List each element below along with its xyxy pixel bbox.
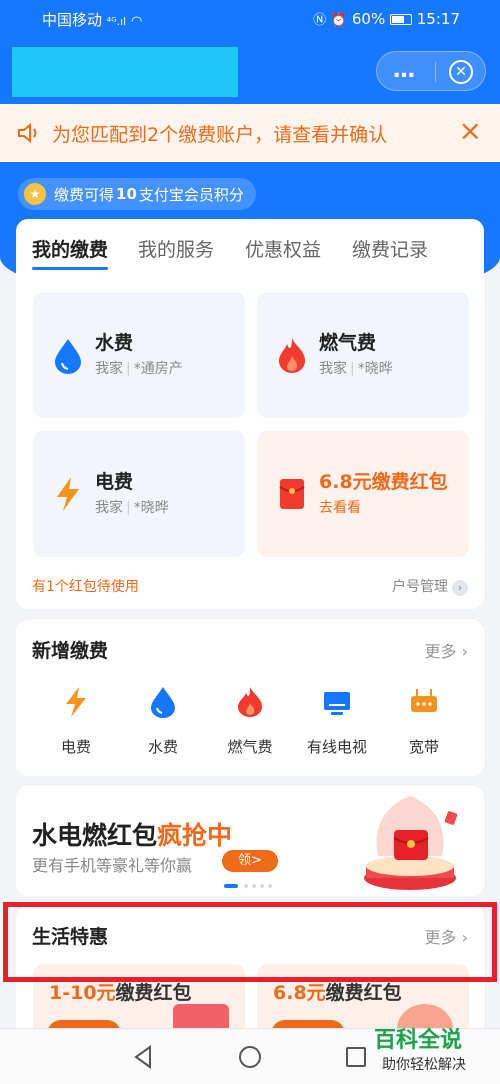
promo-banner[interactable]: 水电燃红包疯抢中 更有手机等豪礼等你赢 领>	[16, 786, 484, 896]
nfc-icon: Ⓝ	[313, 13, 327, 28]
battery-percent: 60%	[351, 10, 386, 28]
red-envelope-gift-icon	[364, 796, 458, 890]
add-item-label: 电费	[60, 738, 91, 756]
router-icon	[411, 689, 437, 712]
banner-title: 水电燃红包疯抢中	[32, 821, 233, 850]
add-payment-card: 新增缴费 更多 › 电费 水费 燃气费 有线电视 宽带	[16, 620, 484, 776]
bill-card-electricity[interactable]: 电费 我家 | *晓晔	[33, 431, 245, 557]
bill-name: 水费	[95, 332, 134, 354]
payment-tabs: 我的缴费 我的服务 优惠权益 缴费记录	[32, 235, 472, 270]
points-suffix: 支付宝会员积分	[138, 185, 244, 204]
speaker-icon	[18, 122, 37, 144]
tab-benefits[interactable]: 优惠权益	[245, 235, 321, 262]
life-deals-highlight-box	[3, 902, 497, 982]
promo-title: 6.8元缴费红包	[273, 982, 402, 1004]
baike-watermark: 百科全说 助你轻松解决	[368, 1020, 492, 1080]
add-item-cable-tv[interactable]: 有线电视	[297, 686, 377, 757]
signal-icon: ⁴ᴳ.ıl	[106, 15, 127, 28]
bill-card-gas[interactable]: 燃气费 我家 | *晓晔	[257, 292, 469, 418]
title-bar: … ✕	[0, 38, 500, 104]
tv-icon	[324, 692, 350, 715]
carrier-info: 中国移动 ⁴ᴳ.ıl ◠	[42, 9, 142, 30]
lightning-icon	[66, 687, 86, 717]
banner-claim-button[interactable]: 领>	[222, 850, 278, 872]
watermark-subtitle: 助你轻松解决	[382, 1057, 466, 1073]
add-payment-title: 新增缴费	[32, 640, 109, 662]
bill-name: 电费	[95, 471, 134, 493]
notice-close-icon[interactable]: ×	[459, 116, 482, 146]
flame-icon	[238, 687, 262, 717]
add-payment-more-link[interactable]: 更多 ›	[425, 638, 469, 662]
red-packet-title: 6.8元缴费红包	[319, 471, 448, 493]
banner-subtitle: 更有手机等豪礼等你赢	[32, 856, 193, 875]
medal-icon: ★	[24, 183, 46, 205]
more-icon[interactable]: …	[393, 58, 416, 83]
points-reward-pill[interactable]: ★ 缴费可得 10 支付宝会员积分	[18, 178, 256, 210]
tab-my-services[interactable]: 我的服务	[138, 235, 214, 262]
bill-account: 我家 | *通房产	[95, 361, 183, 377]
account-management-link[interactable]: 户号管理 ›	[392, 576, 468, 596]
red-packet-card[interactable]: 6.8元缴费红包 去看看	[257, 431, 469, 557]
carrier-name: 中国移动	[42, 11, 103, 29]
red-packet-action: 去看看	[319, 500, 361, 516]
add-item-label: 有线电视	[306, 738, 367, 756]
bill-card-water[interactable]: 水费 我家 | *通房产	[33, 292, 245, 418]
lightning-icon	[57, 477, 79, 511]
clock-time: 15:17	[416, 10, 460, 28]
bill-name: 燃气费	[319, 332, 377, 354]
recent-apps-icon[interactable]	[346, 1047, 366, 1067]
tab-my-payments[interactable]: 我的缴费	[32, 235, 109, 270]
redacted-title-block	[12, 47, 238, 97]
add-item-gas[interactable]: 燃气费	[210, 686, 290, 757]
bill-account: 我家 | *晓晔	[95, 500, 169, 516]
my-payments-card: 我的缴费 我的服务 优惠权益 缴费记录 水费 我家 | *通房产 燃气费 我家 | *晓…	[16, 219, 484, 609]
battery-icon	[389, 14, 412, 25]
add-item-label: 水费	[147, 738, 178, 756]
tab-payment-records[interactable]: 缴费记录	[352, 235, 428, 262]
add-item-label: 宽带	[408, 738, 439, 756]
points-prefix: 缴费可得	[54, 185, 115, 204]
pending-red-packet-link[interactable]: 有1个红包待使用	[32, 576, 139, 596]
system-info: Ⓝ ⏰ 60% 15:17	[313, 9, 460, 28]
add-item-label: 燃气费	[227, 738, 273, 756]
flame-icon	[279, 338, 305, 373]
capsule-divider	[435, 62, 436, 82]
close-icon[interactable]: ✕	[449, 60, 473, 84]
add-item-electricity[interactable]: 电费	[36, 686, 116, 757]
chevron-right-icon: ›	[452, 580, 468, 596]
add-item-broadband[interactable]: 宽带	[384, 686, 464, 757]
watermark-title: 百科全说	[374, 1028, 463, 1053]
home-icon[interactable]	[239, 1046, 261, 1068]
mini-program-capsule: … ✕	[376, 51, 486, 91]
promo-title: 1-10元缴费红包	[49, 982, 192, 1004]
water-drop-icon	[151, 687, 175, 718]
status-bar: 中国移动 ⁴ᴳ.ıl ◠ Ⓝ ⏰ 60% 15:17	[0, 0, 500, 38]
water-drop-icon	[55, 339, 81, 374]
add-item-water[interactable]: 水费	[123, 686, 203, 757]
back-icon[interactable]	[132, 1045, 154, 1069]
bill-account: 我家 | *晓晔	[319, 361, 393, 377]
alarm-icon: ⏰	[330, 13, 348, 28]
red-envelope-icon	[279, 479, 305, 509]
notice-text: 为您匹配到2个缴费账户，请查看并确认	[52, 124, 388, 146]
wifi-icon: ◠	[130, 14, 143, 29]
account-match-notice[interactable]: 为您匹配到2个缴费账户，请查看并确认 ×	[0, 104, 500, 162]
banner-pagination	[224, 883, 284, 889]
points-amount: 10	[116, 185, 137, 203]
